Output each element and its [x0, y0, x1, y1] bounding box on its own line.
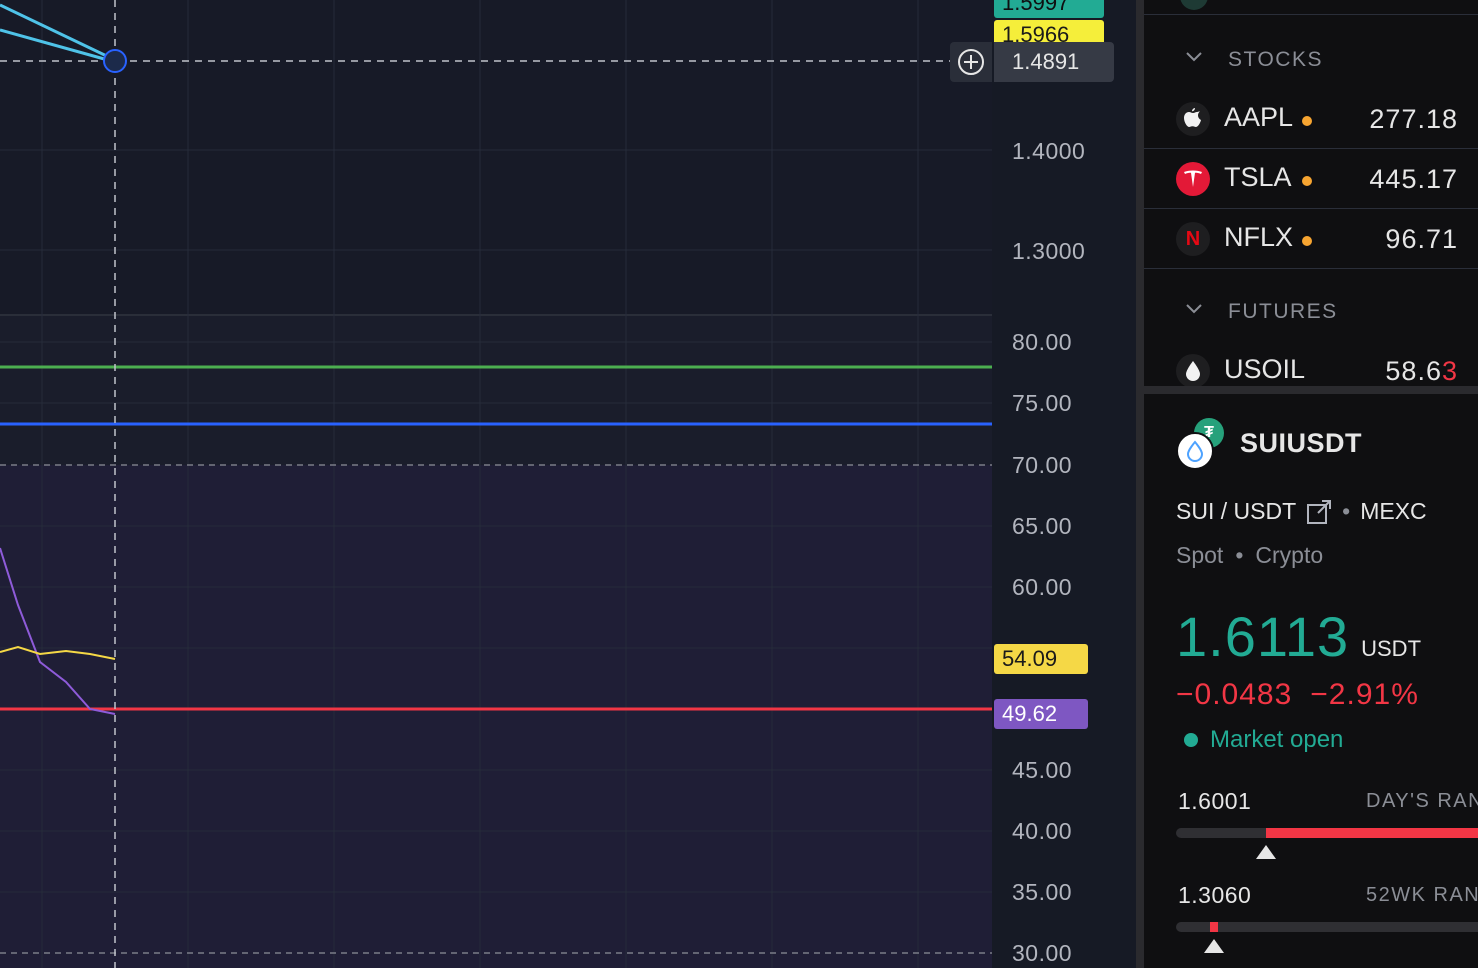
- days-range-bar: [1176, 828, 1478, 838]
- days-range-low: 1.6001: [1178, 788, 1252, 814]
- change-value: −0.0483: [1176, 678, 1293, 711]
- last-price: 96.71: [1385, 224, 1458, 254]
- price-line-upper: [0, 3, 116, 62]
- days-range-fill: [1265, 828, 1478, 838]
- external-link-icon[interactable]: [1306, 499, 1332, 525]
- watchlist-row-usoil[interactable]: USOIL 58.63: [1144, 340, 1478, 386]
- watchlist-panel[interactable]: STOCKS AAPL 277.18 TSLA 445.17 N NFLX 96…: [1144, 0, 1478, 386]
- apple-logo-icon: [1176, 102, 1210, 136]
- rsi-axis-label: 70.00: [1012, 452, 1073, 478]
- tesla-logo-icon: [1176, 162, 1210, 196]
- watchlist-row-nflx[interactable]: N NFLX 96.71: [1144, 208, 1478, 269]
- symbol-label: USOIL: [1224, 354, 1306, 384]
- rsi-axis-label: 65.00: [1012, 513, 1073, 539]
- section-title: FUTURES: [1228, 300, 1338, 323]
- price-axis-label: 1.3000: [1012, 238, 1086, 264]
- netflix-logo-icon: N: [1176, 222, 1210, 256]
- last-price: 445.17: [1369, 164, 1458, 194]
- separator-dot: •: [1342, 498, 1351, 524]
- panel-divider[interactable]: [1136, 0, 1144, 968]
- price-tag-green: 1.5997: [994, 0, 1104, 18]
- market-status-dot: [1302, 176, 1312, 186]
- symbol-title: SUIUSDT: [1240, 428, 1363, 458]
- status-dot: [1184, 733, 1198, 747]
- symbol-label: TSLA: [1224, 162, 1292, 192]
- chart-overlay: [0, 0, 992, 968]
- last-price: 277.18: [1369, 104, 1458, 134]
- section-futures[interactable]: FUTURES: [1144, 286, 1478, 336]
- rsi-axis-label: 35.00: [1012, 879, 1073, 905]
- section-title: STOCKS: [1228, 48, 1323, 71]
- change-percent: −2.91%: [1310, 678, 1419, 711]
- panel-divider[interactable]: [1144, 386, 1478, 394]
- separator-dot: •: [1235, 542, 1244, 568]
- exchange-label[interactable]: MEXC: [1360, 498, 1426, 525]
- price-axis-label: 1.4000: [1012, 138, 1086, 164]
- pair-link[interactable]: SUI / USDT: [1176, 498, 1296, 525]
- week52-marker: [1204, 939, 1225, 953]
- pair-row: SUI / USDT • MEXC: [1176, 498, 1427, 525]
- market-type: Spot: [1176, 542, 1224, 568]
- change-row: −0.0483 −2.91%: [1176, 678, 1419, 712]
- rsi-axis-label: 80.00: [1012, 329, 1073, 355]
- status-text: Market open: [1210, 726, 1344, 753]
- type-row: Spot • Crypto: [1176, 542, 1323, 569]
- symbol-details-panel: ₮ SUIUSDT SUI / USDT • MEXC Spot • Crypt…: [1144, 394, 1478, 968]
- days-range-marker: [1255, 845, 1276, 859]
- add-alert-button[interactable]: [950, 42, 992, 82]
- symbol-label: NFLX: [1224, 222, 1294, 252]
- chevron-down-icon[interactable]: [1184, 298, 1204, 323]
- rsi-line: [0, 547, 116, 715]
- week52-fill: [1210, 922, 1219, 932]
- rsi-axis-label: 45.00: [1012, 757, 1073, 783]
- chart-area[interactable]: [0, 0, 1136, 968]
- symbol-label: AAPL: [1224, 102, 1294, 132]
- last-price-row: 1.6113 USDT: [1176, 604, 1421, 669]
- price-main: 58.6: [1385, 356, 1442, 386]
- price-line-lower: [0, 28, 116, 64]
- last-price: 58.63: [1385, 356, 1458, 386]
- week52-label: 52WK RANGE: [1366, 884, 1478, 906]
- crosshair-point: [103, 49, 127, 73]
- divider: [1144, 14, 1478, 15]
- sui-icon: [1176, 432, 1214, 470]
- week52-low: 1.3060: [1178, 882, 1252, 908]
- price-changed-digit: 3: [1441, 356, 1458, 386]
- asset-class: Crypto: [1255, 542, 1324, 568]
- market-status-dot: [1302, 236, 1312, 246]
- market-status-dot: [1302, 116, 1312, 126]
- week52-bar: [1176, 922, 1478, 932]
- section-stocks[interactable]: STOCKS: [1144, 34, 1478, 84]
- crosshair-price-label: 1.4891: [994, 42, 1114, 82]
- market-status: Market open: [1184, 726, 1343, 754]
- rsi-axis-label: 40.00: [1012, 818, 1073, 844]
- plus-circle-icon: [958, 49, 984, 75]
- price-currency: USDT: [1361, 636, 1422, 661]
- rsi-ma-line: [0, 645, 116, 660]
- rsi-axis-label: 30.00: [1012, 940, 1073, 966]
- oil-drop-icon: [1176, 354, 1210, 386]
- chevron-down-icon[interactable]: [1184, 46, 1204, 71]
- watchlist-row-tsla[interactable]: TSLA 445.17: [1144, 148, 1478, 209]
- last-price-value: 1.6113: [1176, 605, 1350, 668]
- symbol-logo: ₮: [1176, 418, 1224, 470]
- rsi-axis-label: 60.00: [1012, 574, 1073, 600]
- days-range-label: DAY'S RANGE: [1366, 790, 1478, 812]
- rsi-value-tag: 49.62: [994, 699, 1088, 729]
- rsi-ma-value-tag: 54.09: [994, 644, 1088, 674]
- watchlist-item-logo: [1180, 0, 1208, 10]
- watchlist-row-aapl[interactable]: AAPL 277.18: [1144, 88, 1478, 149]
- rsi-axis-label: 75.00: [1012, 390, 1073, 416]
